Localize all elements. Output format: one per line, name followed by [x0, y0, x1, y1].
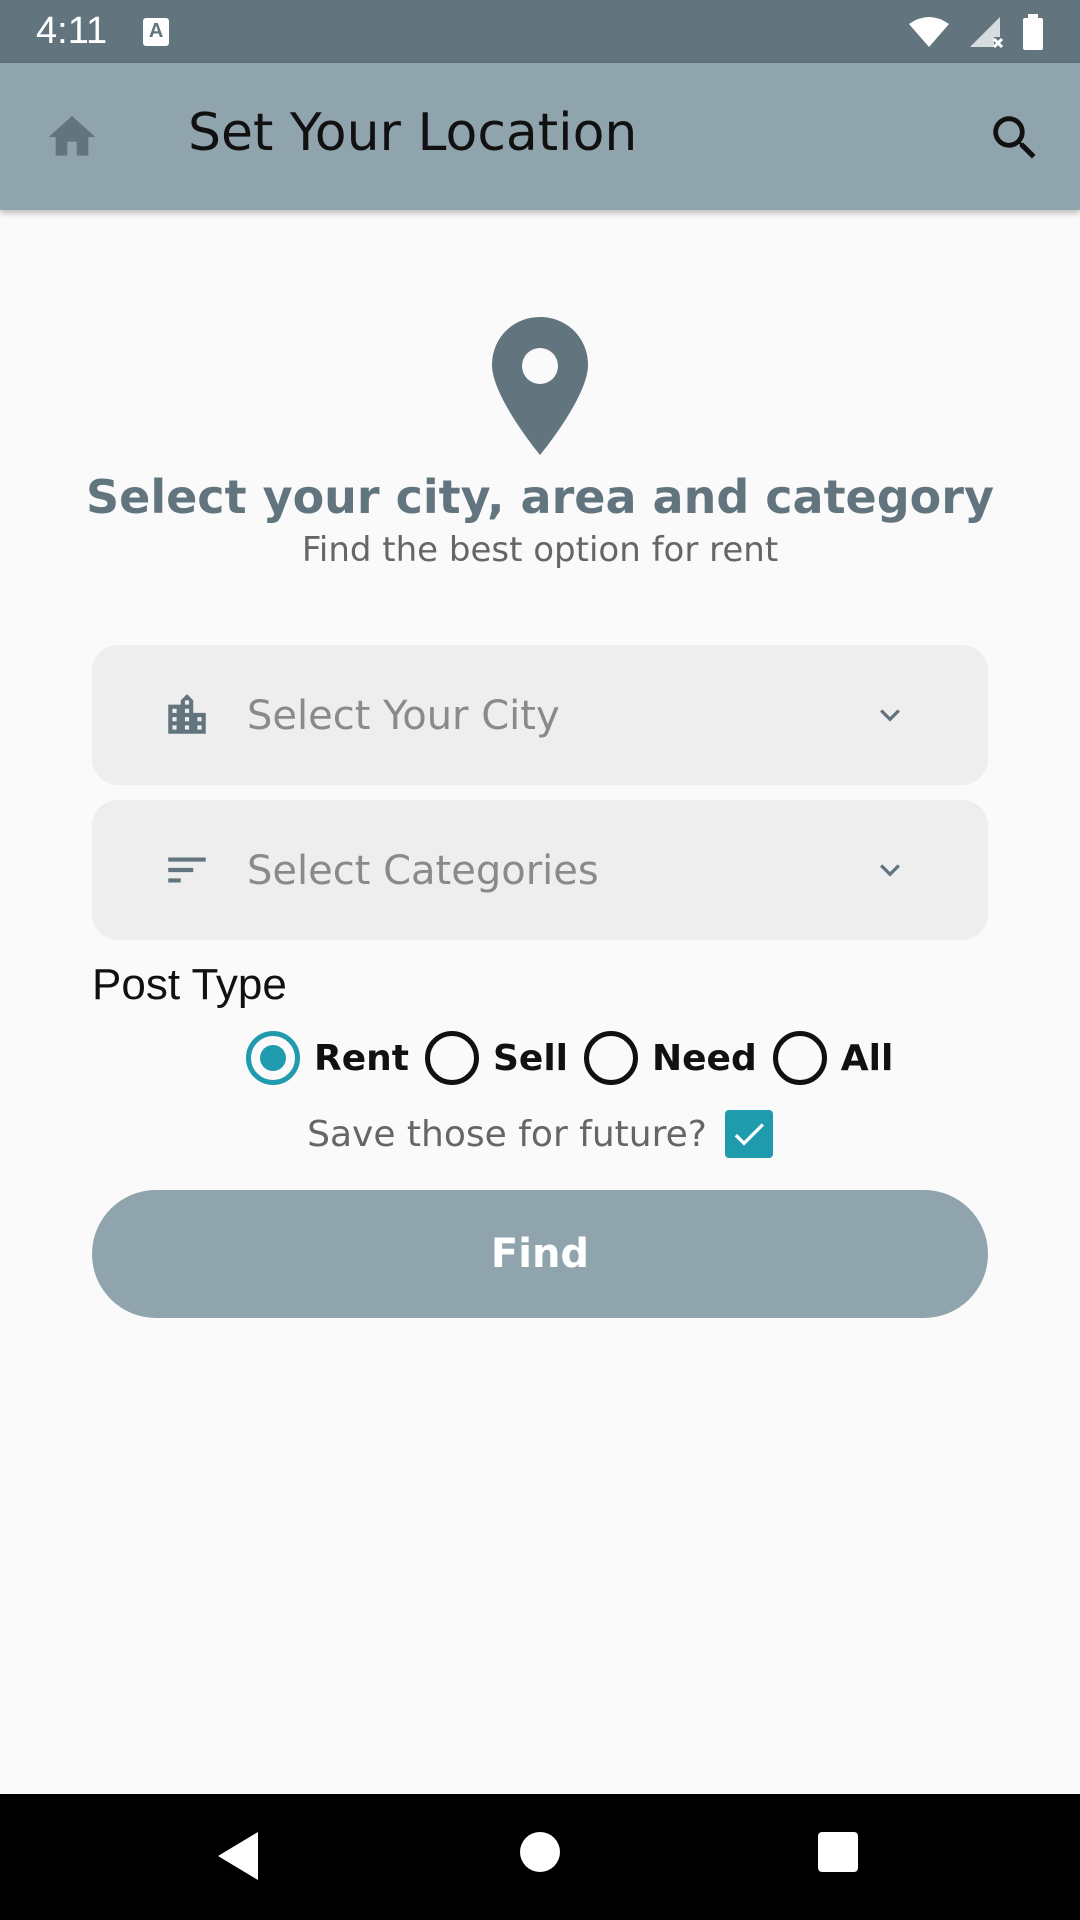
radio-all[interactable]: All — [772, 1031, 894, 1085]
search-icon — [993, 116, 1036, 159]
category-select[interactable]: Select Categories — [92, 800, 988, 940]
post-type-label: Post Type — [92, 960, 287, 1009]
city-icon — [168, 694, 206, 734]
post-type-radio-group: Rent Sell Need All — [246, 1031, 909, 1085]
find-button-label: Find — [490, 1231, 590, 1277]
category-select-label: Select Categories — [247, 848, 599, 894]
check-icon — [734, 1123, 764, 1146]
chevron-down-icon — [880, 709, 900, 722]
battery-icon — [1023, 13, 1043, 50]
radio-need[interactable]: Need — [584, 1031, 757, 1085]
status-bar: 4:11 A — [0, 0, 1080, 63]
save-row: Save those for future? — [0, 1110, 1080, 1158]
home-button[interactable] — [44, 109, 100, 165]
save-checkbox[interactable] — [724, 1110, 773, 1158]
sort-icon — [168, 857, 206, 883]
save-label: Save those for future? — [307, 1113, 707, 1155]
find-button[interactable]: Find — [92, 1190, 988, 1318]
subline: Find the best option for rent — [301, 530, 779, 570]
status-time: 4:11 — [36, 10, 108, 52]
radio-rent[interactable]: Rent — [246, 1031, 409, 1085]
radio-label: All — [840, 1037, 894, 1079]
radio-label: Sell — [492, 1037, 569, 1079]
location-pin-icon — [492, 317, 588, 455]
search-button[interactable] — [986, 109, 1044, 167]
radio-label: Need — [652, 1037, 757, 1079]
home-icon — [48, 116, 96, 156]
screen: 4:11 A Set Your Location Select your cit… — [0, 0, 1080, 1920]
recents-icon[interactable] — [818, 1832, 858, 1872]
city-select-label: Select Your City — [247, 693, 560, 739]
radio-button-checked[interactable] — [246, 1031, 300, 1085]
radio-label: Rent — [314, 1037, 409, 1079]
home-nav-icon[interactable] — [520, 1832, 560, 1872]
back-icon[interactable] — [216, 1830, 260, 1882]
wifi-icon — [909, 16, 949, 47]
radio-button[interactable] — [584, 1031, 639, 1085]
radio-dot — [260, 1045, 286, 1071]
radio-button[interactable] — [424, 1031, 479, 1085]
status-icons — [908, 13, 1044, 50]
radio-button[interactable] — [772, 1031, 827, 1085]
radio-sell[interactable]: Sell — [424, 1031, 569, 1085]
page-title: Set Your Location — [188, 103, 638, 163]
a-keyboard-icon: A — [143, 17, 170, 46]
nav-bar — [0, 1794, 1080, 1920]
signal-icon — [970, 16, 1004, 48]
chevron-down-icon — [880, 864, 900, 877]
app-bar: Set Your Location — [0, 63, 1080, 210]
city-select[interactable]: Select Your City — [92, 645, 988, 785]
headline: Select your city, area and category — [86, 470, 994, 524]
